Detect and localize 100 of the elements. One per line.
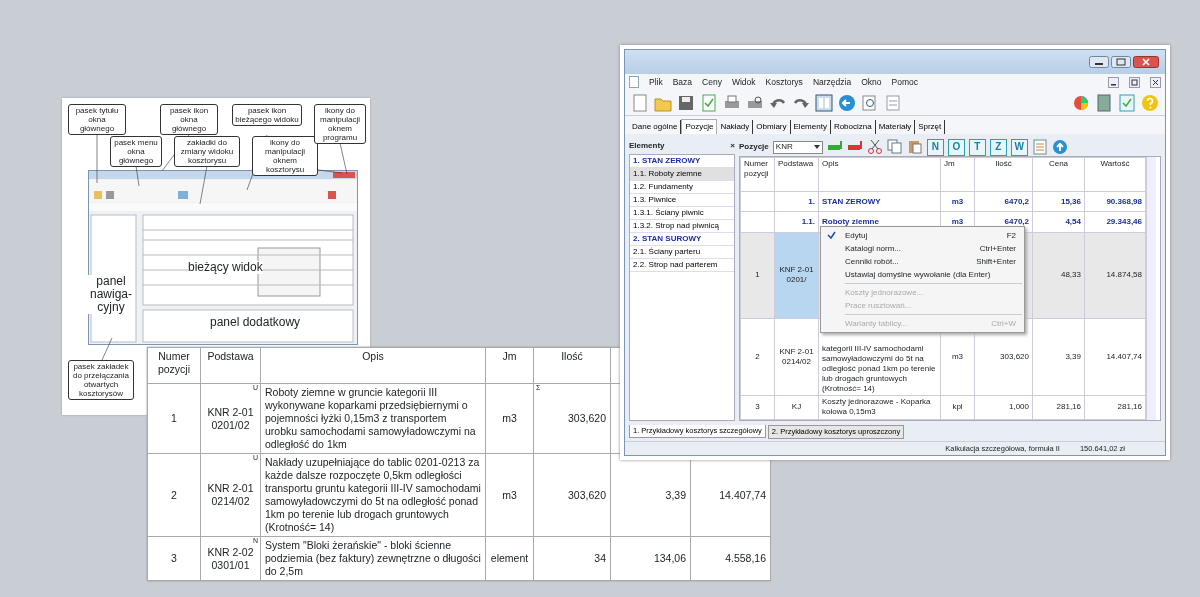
view-tab[interactable]: Robocizna xyxy=(830,120,876,134)
table-cell: 29.343,46 xyxy=(1106,216,1142,226)
letter-button[interactable]: N xyxy=(926,138,944,156)
callout-label: ikony do manipulacji oknem programu xyxy=(314,104,366,144)
restore-icon[interactable] xyxy=(1129,76,1140,88)
letter-button[interactable]: W xyxy=(1010,138,1028,156)
dropdown-field[interactable]: KNR xyxy=(772,140,823,154)
tree-item[interactable]: 1.2. Fundamenty xyxy=(630,181,734,194)
tree-item[interactable]: 1.3. Piwnice xyxy=(630,194,734,207)
table-cell: 1. xyxy=(808,196,815,206)
callout-label: panel nawiga-cyjny xyxy=(88,275,134,314)
table-cell: element xyxy=(490,552,529,564)
table-cell: m3 xyxy=(951,196,964,206)
toolbar-label: Pozycje xyxy=(739,141,769,153)
caret-icon xyxy=(813,145,820,149)
column-header: Podstawa xyxy=(200,347,261,384)
list-icon[interactable] xyxy=(1031,139,1048,155)
menu-item[interactable]: Kosztorys xyxy=(765,75,803,89)
column-header: Wartość xyxy=(1084,157,1146,192)
table-cell: 34 xyxy=(594,552,606,564)
close-icon[interactable] xyxy=(1150,76,1161,88)
table-cell: 2 xyxy=(171,488,177,501)
column-header: Cena xyxy=(1032,157,1085,192)
column-header: Jm xyxy=(485,347,534,384)
column-header: Numer pozycji xyxy=(740,157,775,192)
table-cell: 90.368,98 xyxy=(1106,196,1142,206)
copy-icon[interactable] xyxy=(886,139,903,155)
menu-item[interactable]: Ustawiaj domyślne wywołanie (dla Enter) xyxy=(823,268,1022,281)
minimize-icon[interactable] xyxy=(1108,76,1119,88)
table-cell: 2 xyxy=(755,351,760,361)
close-icon[interactable] xyxy=(1133,56,1159,68)
tree-item[interactable]: 2. STAN SUROWY xyxy=(630,233,734,246)
calculator-icon[interactable] xyxy=(1095,93,1113,112)
checklist-icon[interactable] xyxy=(700,93,718,112)
tree-item[interactable]: 1.3.1. Ściany piwnic xyxy=(630,207,734,220)
column-header: Podstawa xyxy=(774,157,819,192)
table-cell: 1 xyxy=(755,270,760,280)
callout-label: pasek ikon bieżącego widoku xyxy=(232,104,302,126)
scissors-icon[interactable] xyxy=(866,139,883,155)
callout-label: pasek tytułu okna głównego xyxy=(68,104,126,135)
view-tab[interactable]: Elementy xyxy=(790,120,831,134)
letter-button[interactable]: Z xyxy=(989,138,1007,156)
table-cell: 6470,2 xyxy=(1004,196,1029,206)
table-cell: 4.558,16 xyxy=(725,552,766,564)
table-cell: KNR 2-01 0201/02 xyxy=(207,405,254,431)
column-header: Ilość xyxy=(974,157,1033,192)
callout-label: panel dodatkowy xyxy=(210,316,301,329)
menu-item[interactable]: Plik xyxy=(649,75,663,89)
table-row[interactable]: 3 KJ Koszty jednorazowe - Koparka kołowa 0,15m3 kpl 1,000 281,16 281,16 xyxy=(740,395,1146,420)
view-tab[interactable]: Materiały xyxy=(875,120,916,134)
tree-item[interactable]: 1.1. Roboty ziemne xyxy=(630,168,734,181)
table-cell: m3 xyxy=(951,216,964,226)
pie-chart-icon[interactable] xyxy=(1072,93,1090,112)
tree-item[interactable]: 1. STAN ZEROWY xyxy=(630,155,734,168)
view-tab[interactable]: Nakłady xyxy=(717,120,754,134)
table-cell: 134,06 xyxy=(653,552,686,564)
menu-item[interactable]: Ceny xyxy=(702,75,722,89)
table-cell: Nakłady uzupełniające do tablic 0201-0213 za każde dalsze rozpoczęte 0,5km odległości transportu gruntu kategorii III-IV samochodami samowyładowczymi do 5t na odległość ponad 1km po terenie lub drogach gruntowych (Krotność= 14) xyxy=(265,456,481,533)
split-panel-icon[interactable] xyxy=(815,93,833,112)
new-document-icon[interactable] xyxy=(631,93,649,112)
table-cell: m3 xyxy=(951,351,964,361)
table-cell: 4,54 xyxy=(1065,216,1081,226)
paste-icon[interactable] xyxy=(906,139,923,155)
tree-item[interactable]: 1.3.2. Strop nad piwnicą xyxy=(630,220,734,233)
table-cell: 14.407,74 xyxy=(1106,351,1142,361)
table-cell: KNR 2-01 0214/02 xyxy=(207,482,254,507)
tree-item[interactable]: 2.1. Ściany parteru xyxy=(630,246,734,259)
view-tab[interactable]: Obmiary xyxy=(753,120,791,134)
letter-button[interactable]: O xyxy=(947,138,965,156)
table-cell: 14.407,74 xyxy=(719,488,766,501)
table-row[interactable]: 1. STAN ZEROWY m3 6470,2 15,36 90.368,98 xyxy=(740,191,1146,212)
scrollbar[interactable] xyxy=(1146,157,1156,420)
menu-item[interactable]: Cenniki robót... Shift+Enter xyxy=(823,255,1022,268)
table-cell: 48,33 xyxy=(1060,270,1081,280)
table-cell: Roboty ziemne w gruncie kategorii III wykonywane koparkami przedsiębiernymi o pojemności łyżki 0,15m3 z transportem urobku samochodami samowyładowczymi na odległość do 1km xyxy=(265,386,476,450)
checklist-icon[interactable] xyxy=(1118,93,1136,112)
letter-button[interactable]: T xyxy=(968,138,986,156)
callout-label: pasek menu okna głównego xyxy=(110,136,162,167)
column-header: Opis xyxy=(818,157,941,192)
table-cell: kpl xyxy=(952,402,963,412)
table-cell: 3 xyxy=(755,402,760,412)
menu-item[interactable]: Katalogi norm... Ctrl+Enter xyxy=(823,242,1022,255)
close-button[interactable]: × xyxy=(730,140,735,152)
callout-label: ikony do manipulacji oknem kosztorysu xyxy=(252,136,318,176)
table-cell: STAN ZEROWY xyxy=(822,196,881,206)
table-cell: System "Bloki żerańskie" - bloki ścienne podziemia (bez faktury) zewnętrzne o długości do 2,5m xyxy=(265,539,481,577)
menu-item[interactable]: Narzędzia xyxy=(812,75,852,89)
view-tab[interactable]: Sprzęt xyxy=(915,120,946,134)
minimize-icon[interactable] xyxy=(1089,56,1109,68)
menu-item[interactable]: Baza xyxy=(672,75,693,89)
view-tab[interactable]: Pozycje xyxy=(681,119,718,134)
menu-item[interactable]: Widok xyxy=(731,75,756,89)
menu-item[interactable]: Pomoc xyxy=(891,75,918,89)
callout-label: pasek zakładek do przełączania otwartych kosztorysów xyxy=(68,360,134,400)
menu-item[interactable]: Okno xyxy=(861,75,882,89)
table-cell: 303,620 xyxy=(1000,351,1029,361)
tree-item[interactable]: 2.2. Strop nad parterem xyxy=(630,259,734,272)
callout-label: bieżący widok xyxy=(188,261,263,274)
magnifier-icon[interactable] xyxy=(861,93,879,112)
callout-label: pasek ikon okna głównego xyxy=(160,104,218,135)
